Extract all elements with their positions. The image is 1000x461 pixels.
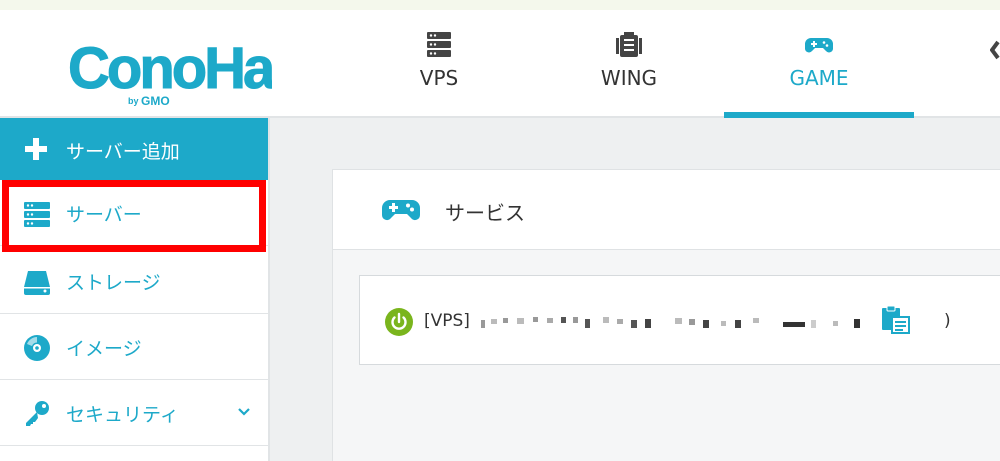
- svg-text:ConoHa: ConoHa: [68, 36, 272, 101]
- tab-game-label: GAME: [789, 66, 849, 90]
- sidebar-item-image[interactable]: イメージ: [0, 314, 268, 380]
- sidebar-item-label: セキュリティ: [66, 404, 179, 426]
- storage-icon: [24, 271, 50, 295]
- panel-header: サービス: [333, 170, 1000, 250]
- main-content: サービス [VPS]): [270, 118, 1000, 461]
- sidebar-item-server[interactable]: サーバー: [0, 180, 268, 246]
- sidebar-item-label: イメージ: [66, 338, 142, 360]
- sidebar-item-storage[interactable]: ストレージ: [0, 248, 268, 314]
- server-icon: [24, 202, 50, 227]
- sidebar: サーバー追加 サーバー ストレージ イメージ セキュリティ: [0, 118, 270, 461]
- disc-icon: [24, 335, 50, 361]
- server-rack-icon: [427, 32, 451, 57]
- add-server-button[interactable]: サーバー追加: [0, 118, 268, 180]
- svg-text:by: by: [128, 96, 139, 106]
- service-card[interactable]: [VPS]): [359, 275, 1000, 365]
- service-panel: サービス [VPS]): [332, 169, 1000, 461]
- sidebar-item-label: ストレージ: [66, 272, 161, 294]
- power-icon[interactable]: [385, 308, 413, 336]
- tab-wing-label: WING: [600, 66, 658, 90]
- tab-vps-label: VPS: [419, 66, 459, 90]
- top-strip: [0, 0, 1000, 10]
- key-icon: [26, 401, 49, 426]
- tab-vps[interactable]: VPS: [344, 10, 534, 116]
- gamepad-icon: [382, 200, 420, 220]
- sidebar-item-security[interactable]: セキュリティ: [0, 380, 268, 446]
- tab-wing[interactable]: WING: [534, 10, 724, 116]
- server-stack-icon: [616, 32, 642, 57]
- tab-game[interactable]: GAME: [724, 10, 914, 118]
- sidebar-item-label: サーバー: [66, 204, 142, 226]
- conoha-logo[interactable]: ConoHa by GMO: [68, 34, 272, 110]
- gamepad-icon: [805, 38, 833, 53]
- chevron-down-icon[interactable]: [236, 404, 252, 420]
- plus-icon: [25, 138, 47, 160]
- panel-title: サービス: [445, 201, 525, 225]
- header: ConoHa by GMO VPS WING GAME: [0, 10, 1000, 118]
- redacted-text: [481, 317, 860, 328]
- service-suffix: ): [944, 311, 951, 331]
- svg-text:GMO: GMO: [141, 94, 170, 108]
- clipboard-icon[interactable]: [880, 305, 912, 335]
- service-prefix: [VPS]: [424, 311, 470, 331]
- add-server-label: サーバー追加: [66, 141, 180, 163]
- partial-tab-icon[interactable]: [990, 40, 1000, 60]
